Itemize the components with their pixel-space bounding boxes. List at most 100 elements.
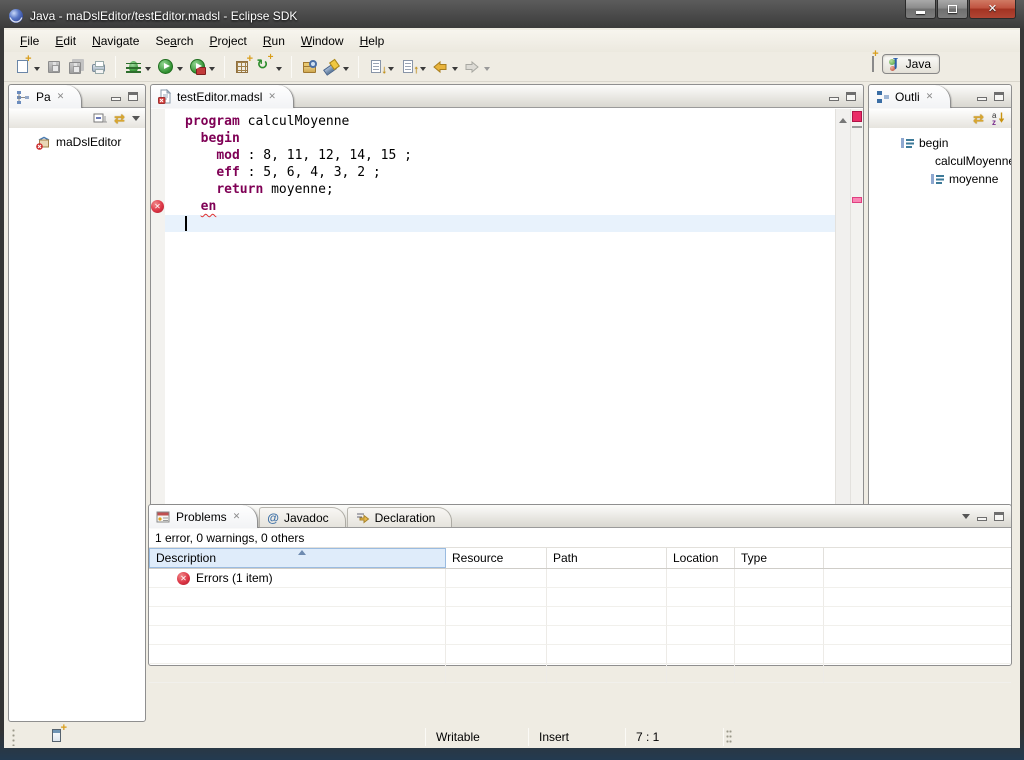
editor-vertical-scrollbar[interactable] — [835, 109, 850, 542]
search-button[interactable] — [320, 56, 342, 78]
maximize-view-icon[interactable] — [846, 92, 856, 101]
insert-mode-status: Insert — [539, 730, 569, 744]
outline-node-icon — [901, 137, 915, 149]
close-tab-icon[interactable]: ✕ — [267, 91, 277, 102]
restore-button[interactable] — [937, 0, 968, 19]
tab-problems[interactable]: Problems ✕ — [149, 505, 258, 528]
external-tools-button[interactable] — [186, 56, 208, 78]
java-perspective-button[interactable]: Java — [882, 54, 940, 74]
menu-search[interactable]: Search — [147, 32, 201, 50]
outline-item-begin[interactable]: begin — [869, 134, 1011, 152]
new-java-project-button[interactable] — [231, 56, 253, 78]
tab-outline[interactable]: Outli ✕ — [869, 85, 951, 108]
open-perspective-button[interactable] — [872, 57, 874, 71]
sort-icon[interactable]: a z — [991, 111, 1006, 125]
menu-window[interactable]: Window — [293, 32, 352, 50]
menu-edit[interactable]: Edit — [47, 32, 84, 50]
menu-file[interactable]: File — [12, 32, 47, 50]
file-error-icon — [158, 89, 172, 104]
run-button[interactable] — [154, 56, 176, 78]
minimize-button[interactable] — [905, 0, 936, 19]
close-tab-icon[interactable]: ✕ — [56, 91, 66, 102]
view-menu-icon[interactable] — [132, 116, 140, 125]
menu-navigate[interactable]: Navigate — [84, 32, 147, 50]
search-dropdown[interactable] — [343, 67, 349, 74]
error-marker-icon[interactable] — [151, 200, 164, 213]
workbench: FileEditNavigateSearchProjectRunWindowHe… — [4, 28, 1020, 748]
statusbar-grip — [12, 728, 15, 746]
maximize-view-icon[interactable] — [994, 512, 1004, 521]
forward-dropdown[interactable] — [484, 67, 490, 74]
save-all-icon — [69, 62, 81, 74]
tab-label: Javadoc — [284, 511, 329, 525]
tab-label: Outli — [895, 90, 920, 104]
tree-item-madsleditor[interactable]: maDslEditor — [9, 133, 145, 151]
maximize-view-icon[interactable] — [128, 92, 138, 101]
outline-item-calculmoyenne[interactable]: calculMoyenne — [869, 152, 1011, 170]
close-icon: ✕ — [988, 4, 997, 15]
code-line-5[interactable]: return moyenne; — [165, 181, 835, 198]
close-tab-icon[interactable]: ✕ — [925, 91, 935, 102]
overview-error-marker[interactable] — [852, 197, 862, 203]
code-line-4[interactable]: eff : 5, 6, 4, 3, 2 ; — [165, 164, 835, 181]
next-annotation-button[interactable] — [397, 56, 419, 78]
problems-empty-row — [149, 588, 1011, 607]
column-header-resource[interactable]: Resource — [446, 548, 547, 568]
debug-dropdown[interactable] — [145, 67, 151, 74]
code-line-2[interactable]: begin — [165, 130, 835, 147]
fast-view-icon[interactable] — [52, 729, 61, 742]
tab-testeditor-madsl[interactable]: testEditor.madsl ✕ — [151, 85, 294, 108]
close-button[interactable]: ✕ — [969, 0, 1016, 19]
code-area[interactable]: program calculMoyenne begin mod : 8, 11,… — [165, 109, 835, 542]
task-wizard-dropdown[interactable] — [276, 67, 282, 74]
link-with-editor-icon[interactable]: ⇄ — [114, 112, 125, 125]
outline-item-moyenne[interactable]: moyenne — [869, 170, 1011, 188]
annotation-ruler[interactable] — [151, 109, 165, 542]
column-header-description[interactable]: Description — [149, 548, 446, 568]
link-with-editor-icon[interactable]: ⇄ — [973, 112, 984, 125]
code-line-3[interactable]: mod : 8, 11, 12, 14, 15 ; — [165, 147, 835, 164]
last-edit-dropdown[interactable] — [388, 67, 394, 74]
back-dropdown[interactable] — [452, 67, 458, 74]
open-artifact-button[interactable] — [298, 56, 320, 78]
minimize-view-icon[interactable] — [829, 97, 839, 101]
overview-ruler[interactable] — [850, 109, 863, 542]
problems-body: Errors (1 item) — [149, 569, 1011, 683]
save-button[interactable] — [43, 56, 65, 78]
new-wizard-dropdown[interactable] — [34, 67, 40, 74]
task-wizard-button[interactable] — [253, 56, 275, 78]
menu-run[interactable]: Run — [255, 32, 293, 50]
minimize-view-icon[interactable] — [111, 97, 121, 101]
collapse-all-icon[interactable] — [93, 112, 107, 125]
last-edit-location-button[interactable] — [365, 56, 387, 78]
scroll-up-icon[interactable] — [839, 114, 847, 123]
column-header-location[interactable]: Location — [667, 548, 735, 568]
debug-button[interactable] — [122, 56, 144, 78]
problems-row-errors-group[interactable]: Errors (1 item) — [149, 569, 1011, 588]
code-line-1[interactable]: program calculMoyenne — [165, 113, 835, 130]
tab-package-explorer[interactable]: Pa ✕ — [9, 85, 82, 108]
save-all-button[interactable] — [65, 56, 87, 78]
menu-project[interactable]: Project — [201, 32, 254, 50]
column-header-path[interactable]: Path — [547, 548, 667, 568]
tab-javadoc[interactable]: @ Javadoc — [259, 507, 345, 527]
new-wizard-button[interactable] — [11, 56, 33, 78]
sort-ascending-icon — [298, 546, 306, 555]
tab-declaration[interactable]: Declaration — [347, 507, 453, 527]
minimize-view-icon[interactable] — [977, 517, 987, 521]
maximize-view-icon[interactable] — [994, 92, 1004, 101]
external-tools-dropdown[interactable] — [209, 67, 215, 74]
close-tab-icon[interactable]: ✕ — [232, 511, 242, 522]
overview-error-header-marker[interactable] — [852, 111, 862, 122]
run-dropdown[interactable] — [177, 67, 183, 74]
back-button[interactable] — [429, 56, 451, 78]
forward-icon — [464, 60, 480, 74]
minimize-view-icon[interactable] — [977, 97, 987, 101]
view-menu-icon[interactable] — [962, 514, 970, 523]
print-button[interactable] — [87, 56, 109, 78]
column-header-type[interactable]: Type — [735, 548, 824, 568]
code-line-6[interactable]: en — [165, 198, 835, 215]
next-annotation-dropdown[interactable] — [420, 67, 426, 74]
forward-button[interactable] — [461, 56, 483, 78]
menu-help[interactable]: Help — [352, 32, 393, 50]
